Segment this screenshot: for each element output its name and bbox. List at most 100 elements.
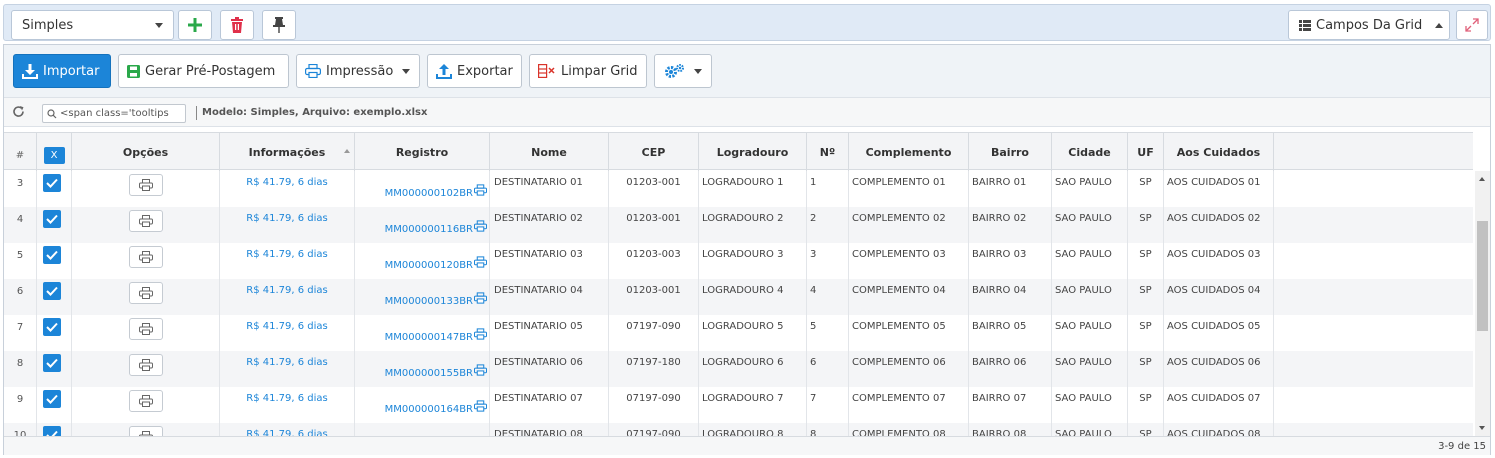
print-label-icon[interactable] [474, 184, 487, 196]
row-checkbox[interactable] [43, 318, 61, 336]
table-row[interactable]: 8 R$ 41.79, 6 dias MM000000155BR DESTINATAR… [4, 351, 1473, 387]
registro-link[interactable]: MM000000133BR [385, 296, 473, 307]
settings-dropdown-button[interactable] [654, 54, 712, 88]
table-row[interactable]: 4 R$ 41.79, 6 dias MM000000116BR DESTINATAR… [4, 207, 1473, 243]
header-cidade[interactable]: Cidade [1052, 133, 1128, 171]
print-button[interactable] [128, 282, 163, 304]
header-logradouro[interactable]: Logradouro [699, 133, 807, 171]
header-bairro[interactable]: Bairro [969, 133, 1052, 171]
print-button[interactable] [128, 174, 163, 196]
row-informacoes[interactable]: R$ 41.79, 6 dias [220, 279, 355, 315]
search-icon [47, 108, 57, 118]
header-complemento[interactable]: Complemento [849, 133, 969, 171]
registro-link[interactable]: MM000000164BR [385, 404, 473, 415]
row-bairro: BAIRRO 01 [969, 171, 1052, 207]
header-opcoes[interactable]: Opções [72, 133, 220, 171]
print-label-icon[interactable] [474, 364, 487, 376]
row-checkbox[interactable] [43, 174, 61, 192]
row-informacoes[interactable]: R$ 41.79, 6 dias [220, 243, 355, 279]
scroll-up-icon[interactable] [1479, 177, 1485, 181]
row-bairro: BAIRRO 05 [969, 315, 1052, 351]
gerar-pre-postagem-button[interactable]: Gerar Pré-Postagem [118, 54, 289, 88]
row-checkbox-cell [37, 207, 72, 243]
row-logradouro: LOGRADOURO 3 [699, 243, 807, 279]
registro-link[interactable]: MM000000116BR [385, 224, 473, 235]
row-bairro: BAIRRO 04 [969, 279, 1052, 315]
table-row[interactable]: 10 R$ 41.79, 6 diasMM000000178BRDESTINATA… [4, 423, 1473, 436]
header-cep[interactable]: CEP [609, 133, 699, 171]
row-uf: SP [1128, 243, 1164, 279]
print-button[interactable] [128, 318, 163, 340]
add-button[interactable] [178, 10, 212, 40]
print-button[interactable] [128, 426, 163, 436]
registro-link[interactable]: MM000000155BR [385, 368, 473, 379]
print-button[interactable] [128, 390, 163, 412]
table-row[interactable]: 7 R$ 41.79, 6 dias MM000000147BR DESTINATAR… [4, 315, 1473, 351]
row-uf: SP [1128, 279, 1164, 315]
row-aos-cuidados: AOS CUIDADOS 02 [1164, 207, 1274, 243]
check-icon [46, 250, 58, 260]
print-button[interactable] [128, 210, 163, 232]
limpar-grid-label: Limpar Grid [561, 63, 638, 79]
model-select[interactable]: Simples [11, 10, 174, 40]
scroll-down-icon[interactable] [1479, 426, 1485, 430]
search-input[interactable]: <span class='tooltips [42, 104, 186, 123]
print-label-icon[interactable] [474, 220, 487, 232]
row-checkbox[interactable] [43, 282, 61, 300]
registro-link[interactable]: MM000000102BR [385, 188, 473, 199]
print-label-icon[interactable] [474, 328, 487, 340]
header-uf[interactable]: UF [1128, 133, 1164, 171]
refresh-icon[interactable] [12, 105, 25, 118]
row-checkbox[interactable] [43, 210, 61, 228]
table-row[interactable]: 6 R$ 41.79, 6 dias MM000000133BR DESTINATAR… [4, 279, 1473, 315]
row-informacoes[interactable]: R$ 41.79, 6 dias [220, 351, 355, 387]
row-informacoes[interactable]: R$ 41.79, 6 dias [220, 423, 355, 436]
expand-button[interactable] [1456, 10, 1488, 40]
impressao-button[interactable]: Impressão [296, 54, 420, 88]
print-label-icon[interactable] [474, 256, 487, 268]
printer-icon [138, 215, 153, 227]
table-row[interactable]: 3 R$ 41.79, 6 dias MM000000102BR DESTINATAR… [4, 171, 1473, 207]
row-logradouro: LOGRADOURO 4 [699, 279, 807, 315]
print-label-icon[interactable] [474, 400, 487, 412]
registro-link[interactable]: MM000000120BR [385, 260, 473, 271]
row-numero: 6 [807, 351, 849, 387]
row-checkbox[interactable] [43, 426, 61, 436]
check-icon [46, 214, 58, 224]
row-informacoes[interactable]: R$ 41.79, 6 dias [220, 387, 355, 423]
row-checkbox[interactable] [43, 390, 61, 408]
row-cidade: SAO PAULO [1052, 243, 1128, 279]
campos-da-grid-button[interactable]: Campos Da Grid [1288, 10, 1450, 40]
row-opcoes-cell [72, 171, 220, 207]
exportar-button[interactable]: Exportar [427, 54, 522, 88]
scroll-thumb[interactable] [1477, 221, 1488, 331]
row-number: 3 [4, 171, 37, 207]
limpar-grid-button[interactable]: Limpar Grid [529, 54, 647, 88]
print-label-icon[interactable] [474, 292, 487, 304]
header-registro[interactable]: Registro [355, 133, 490, 171]
chevron-down-icon [694, 68, 702, 74]
delete-button[interactable] [220, 10, 254, 40]
select-all-button[interactable]: X [43, 146, 65, 164]
table-row[interactable]: 5 R$ 41.79, 6 dias MM000000120BR DESTINATAR… [4, 243, 1473, 279]
header-aos-cuidados[interactable]: Aos Cuidados [1164, 133, 1274, 171]
vertical-scrollbar[interactable] [1475, 171, 1490, 436]
header-nome[interactable]: Nome [490, 133, 609, 171]
print-button[interactable] [128, 246, 163, 268]
row-informacoes[interactable]: R$ 41.79, 6 dias [220, 315, 355, 351]
header-numero[interactable]: Nº [807, 133, 849, 171]
row-complemento: COMPLEMENTO 06 [849, 351, 969, 387]
row-checkbox[interactable] [43, 354, 61, 372]
header-informacoes[interactable]: Informações [220, 133, 355, 171]
row-informacoes[interactable]: R$ 41.79, 6 dias [220, 171, 355, 207]
pin-button[interactable] [262, 10, 296, 40]
row-cidade: SAO PAULO [1052, 387, 1128, 423]
printer-icon [138, 323, 153, 335]
importar-button[interactable]: Importar [13, 54, 111, 88]
row-informacoes[interactable]: R$ 41.79, 6 dias [220, 207, 355, 243]
table-row[interactable]: 9 R$ 41.79, 6 dias MM000000164BR DESTINATAR… [4, 387, 1473, 423]
print-button[interactable] [128, 354, 163, 376]
row-checkbox[interactable] [43, 246, 61, 264]
printer-icon [138, 179, 153, 191]
registro-link[interactable]: MM000000147BR [385, 332, 473, 343]
